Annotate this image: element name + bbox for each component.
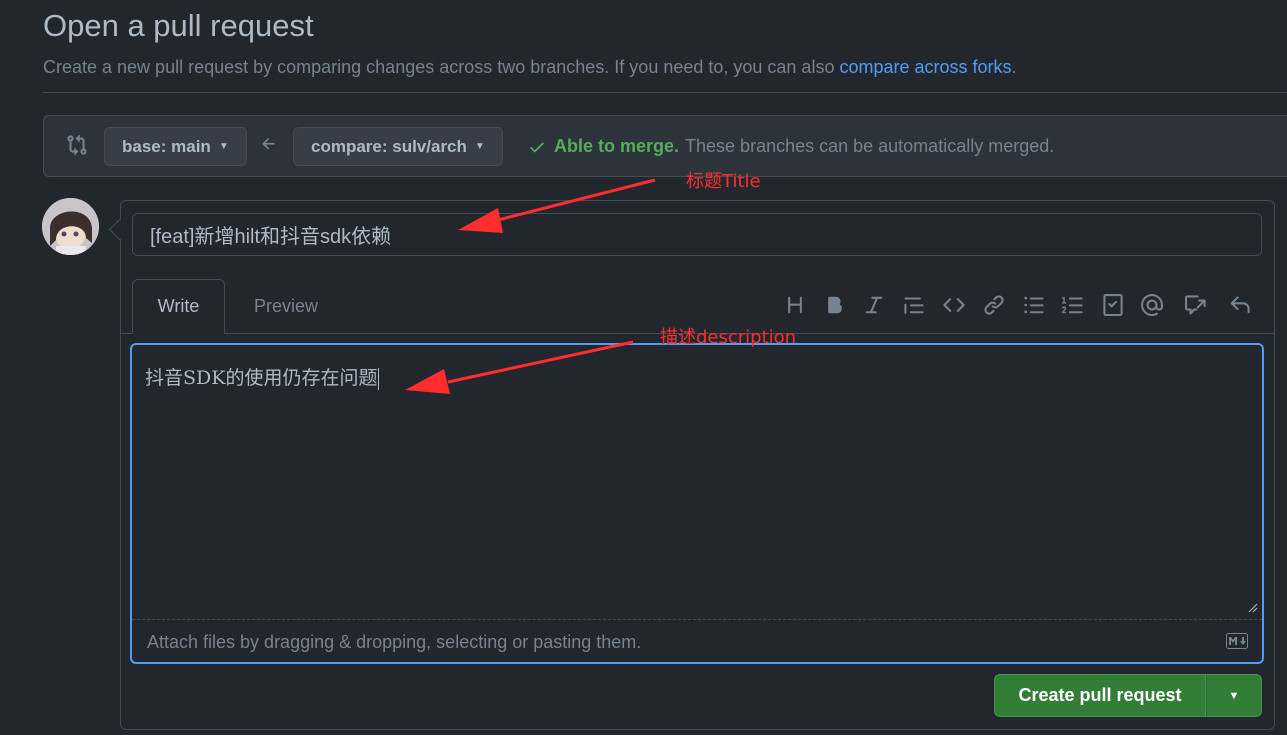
- divider: [43, 92, 1287, 93]
- tab-write[interactable]: Write: [132, 279, 225, 334]
- text-cursor: [378, 368, 380, 390]
- base-branch-button[interactable]: base: main ▼: [104, 127, 247, 166]
- check-icon: [530, 142, 544, 152]
- base-branch-label: base: main: [122, 136, 211, 156]
- caret-down-icon: ▼: [218, 141, 229, 152]
- git-compare-icon: [67, 134, 87, 156]
- reference-icon[interactable]: [1185, 294, 1207, 316]
- reply-icon[interactable]: [1229, 294, 1251, 316]
- mention-icon[interactable]: [1141, 293, 1163, 316]
- compare-branch-label: compare: sulv/arch: [311, 136, 467, 156]
- annotation-description-label: 描述description: [660, 327, 797, 348]
- link-icon[interactable]: [983, 294, 1005, 316]
- caret-down-icon: ▼: [474, 141, 485, 152]
- markdown-icon[interactable]: [1226, 633, 1248, 649]
- attach-divider: [132, 619, 1262, 620]
- page-title: Open a pull request: [43, 8, 314, 43]
- description-text: 抖音SDK的使用仍存在问题: [145, 367, 380, 390]
- triangle-down-icon: ▼: [1228, 689, 1240, 702]
- branch-range-editor: base: main ▼ compare: sulv/arch ▼ Able t…: [43, 115, 1287, 177]
- compare-branch-button[interactable]: compare: sulv/arch ▼: [293, 127, 503, 166]
- code-icon[interactable]: [943, 294, 965, 316]
- create-pull-request-button[interactable]: Create pull request: [994, 674, 1206, 717]
- italic-icon[interactable]: [863, 294, 885, 316]
- pr-title-input[interactable]: [132, 213, 1262, 256]
- merge-status-strong: Able to merge.: [554, 136, 680, 156]
- description-textarea[interactable]: 抖音SDK的使用仍存在问题 Attach files by dragging &…: [130, 343, 1264, 664]
- bold-icon[interactable]: [824, 294, 846, 316]
- tab-preview[interactable]: Preview: [234, 279, 338, 334]
- task-list-icon[interactable]: [1102, 294, 1124, 316]
- resize-handle-icon[interactable]: [1248, 603, 1258, 613]
- create-options-dropdown[interactable]: ▼: [1206, 674, 1262, 717]
- avatar[interactable]: [42, 198, 99, 255]
- quote-icon[interactable]: [903, 294, 925, 316]
- merge-status-text: These branches can be automatically merg…: [685, 136, 1055, 156]
- numbered-list-icon[interactable]: [1062, 294, 1084, 316]
- annotation-title-label: 标题Title: [686, 171, 761, 192]
- arrow-left-icon: [262, 138, 275, 150]
- heading-icon[interactable]: [784, 294, 806, 316]
- subtitle-suffix: .: [1011, 57, 1017, 77]
- subtitle-text: Create a new pull request by comparing c…: [43, 57, 840, 77]
- compare-across-forks-link[interactable]: compare across forks: [839, 57, 1011, 77]
- page-subtitle: Create a new pull request by comparing c…: [43, 57, 1017, 78]
- attach-files-text[interactable]: Attach files by dragging & dropping, sel…: [147, 632, 641, 653]
- bulleted-list-icon[interactable]: [1023, 294, 1045, 316]
- merge-status: Able to merge. These branches can be aut…: [528, 136, 1054, 157]
